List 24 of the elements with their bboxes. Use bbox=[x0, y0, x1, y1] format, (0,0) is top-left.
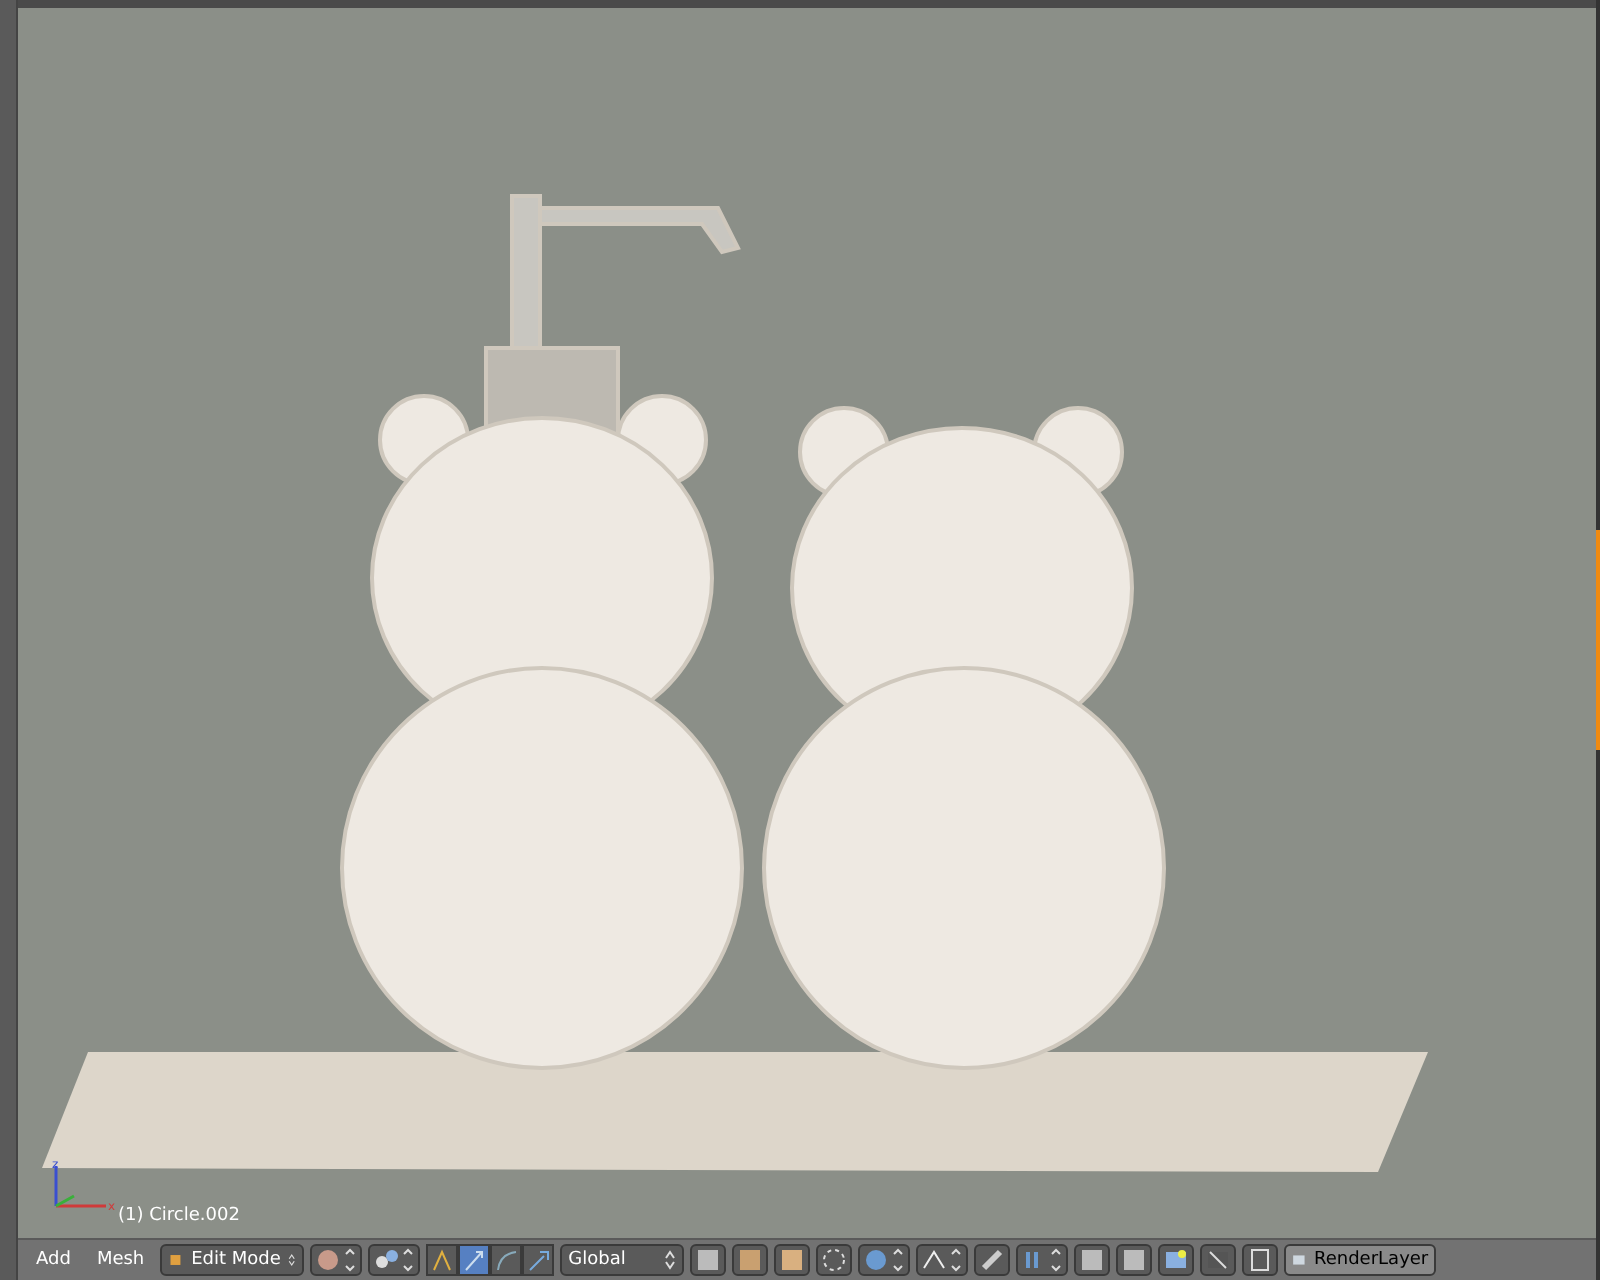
mode-dropdown[interactable]: Edit Mode bbox=[160, 1244, 305, 1276]
translate-tool-icon[interactable] bbox=[458, 1244, 491, 1276]
stepper-arrows-icon bbox=[288, 1248, 297, 1272]
object-label: (1) Circle.002 bbox=[118, 1206, 240, 1226]
snap-target-icon[interactable] bbox=[1016, 1244, 1069, 1276]
face-select-icon[interactable] bbox=[774, 1244, 811, 1276]
proportional-edit-icon[interactable] bbox=[858, 1244, 911, 1276]
vertex-select-icon[interactable] bbox=[690, 1244, 727, 1276]
menu-item[interactable]: Add bbox=[26, 1250, 81, 1270]
scale-tool-icon[interactable] bbox=[522, 1244, 555, 1276]
render-layer-field[interactable]: RenderLayer bbox=[1284, 1244, 1437, 1276]
menu-item[interactable]: Mesh bbox=[86, 1250, 155, 1270]
layers-icon[interactable] bbox=[1242, 1244, 1279, 1276]
pivot-dropdown-icon[interactable] bbox=[368, 1244, 421, 1276]
shading-dropdown-icon[interactable] bbox=[310, 1244, 363, 1276]
edge-select-icon[interactable] bbox=[732, 1244, 769, 1276]
snap-icon[interactable] bbox=[974, 1244, 1011, 1276]
opengl-render-icon[interactable] bbox=[1158, 1244, 1195, 1276]
occlude-icon[interactable] bbox=[816, 1244, 853, 1276]
rotate-tool-icon[interactable] bbox=[490, 1244, 523, 1276]
stepper-arrows-icon bbox=[664, 1248, 677, 1272]
orientation-dropdown[interactable]: Global bbox=[560, 1244, 685, 1276]
falloff-curve-icon[interactable] bbox=[916, 1244, 969, 1276]
manipulator-tool-icon[interactable] bbox=[426, 1244, 459, 1276]
